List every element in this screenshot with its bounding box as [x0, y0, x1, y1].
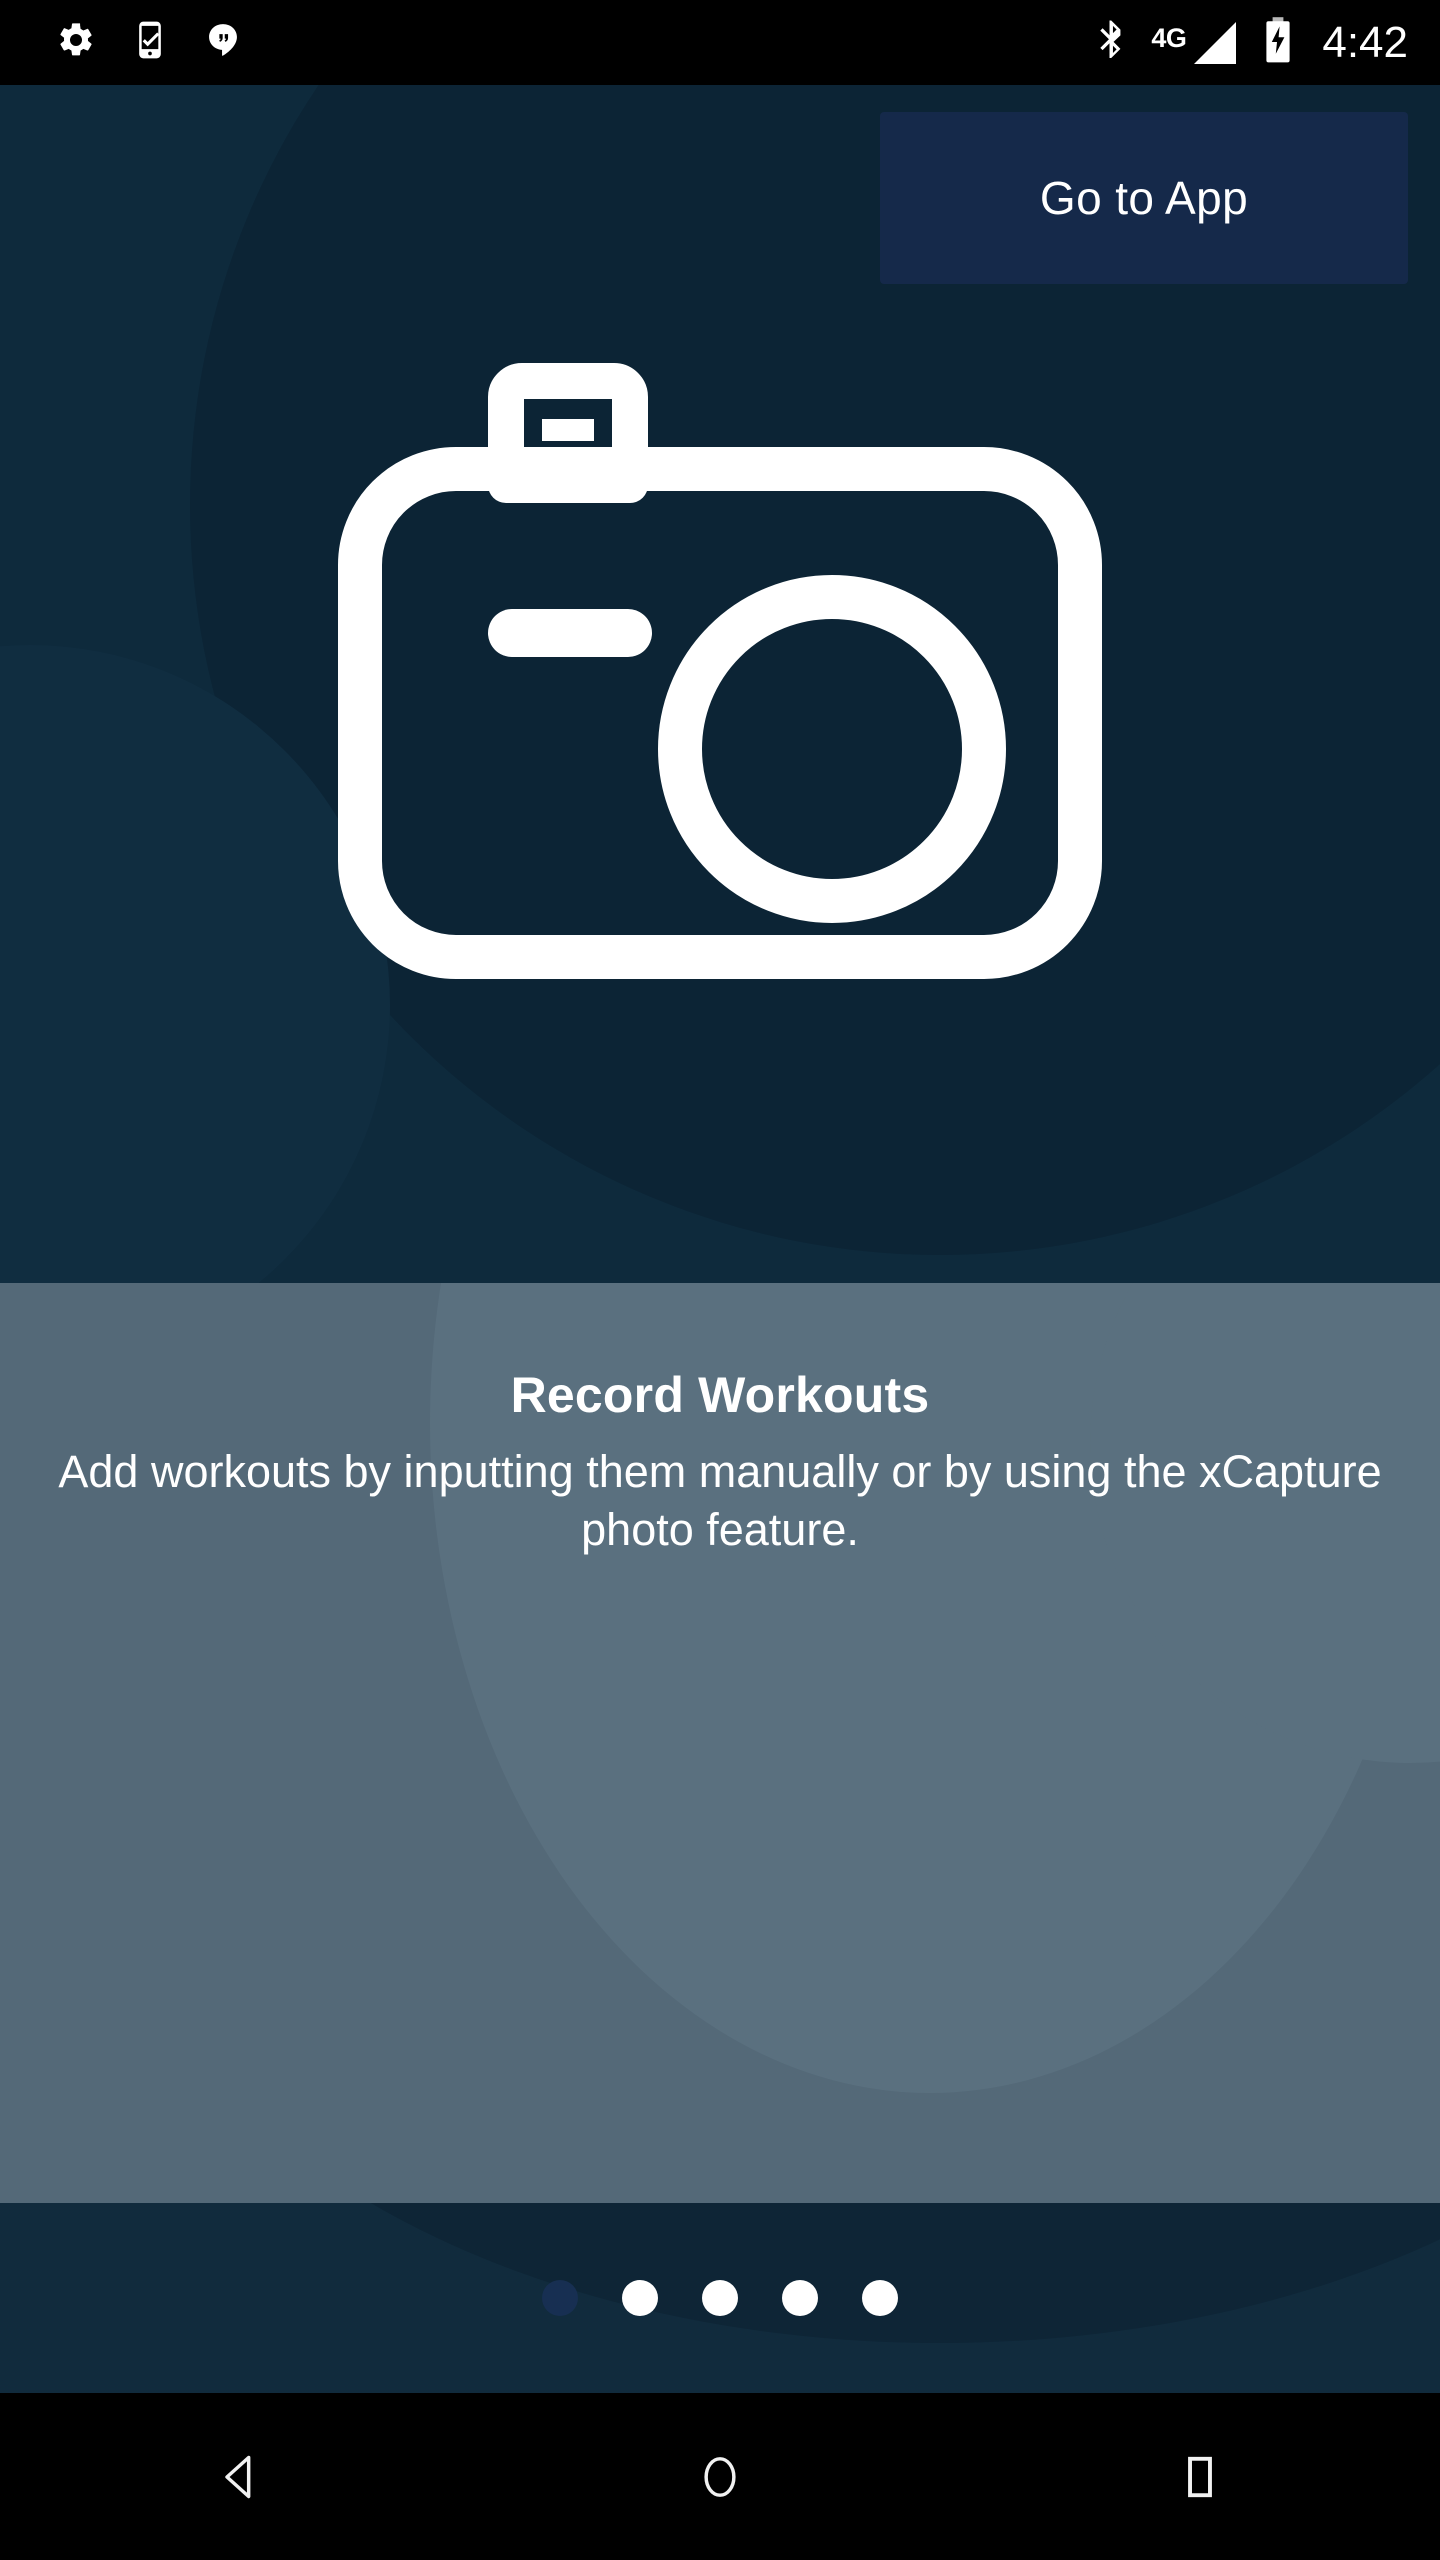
back-button[interactable] — [150, 2393, 330, 2560]
onboarding-screen: 4G 4:42 Go to App Record Workouts Add wo… — [0, 0, 1440, 2560]
page-dot-1[interactable] — [542, 2280, 578, 2316]
status-bar-clock: 4:42 — [1322, 17, 1408, 67]
page-dot-2[interactable] — [622, 2280, 658, 2316]
home-button[interactable] — [630, 2393, 810, 2560]
page-dot-3[interactable] — [702, 2280, 738, 2316]
status-bar-left-icons — [26, 20, 242, 65]
go-to-app-button[interactable]: Go to App — [880, 112, 1408, 284]
recents-button[interactable] — [1110, 2393, 1290, 2560]
pager-section — [0, 2203, 1440, 2393]
status-bar: 4G 4:42 — [0, 0, 1440, 85]
system-navigation-bar — [0, 2393, 1440, 2560]
hero-section: Go to App — [0, 85, 1440, 1283]
feature-text-panel: Record Workouts Add workouts by inputtin… — [0, 1283, 1440, 2203]
page-dot-5[interactable] — [862, 2280, 898, 2316]
bluetooth-icon — [1095, 17, 1129, 68]
hangouts-icon — [204, 20, 242, 65]
battery-charging-icon — [1262, 16, 1294, 69]
status-bar-right-icons: 4G 4:42 — [1095, 16, 1414, 69]
network-type-label: 4G — [1151, 22, 1187, 53]
feature-description: Add workouts by inputting them manually … — [58, 1446, 1382, 1555]
settings-gear-icon — [56, 20, 96, 65]
feature-title: Record Workouts — [510, 1367, 930, 1423]
phone-checkmark-icon — [130, 20, 170, 65]
page-indicator — [0, 2203, 1440, 2393]
camera-icon — [338, 363, 1102, 979]
page-dot-4[interactable] — [782, 2280, 818, 2316]
panel-content: Record Workouts Add workouts by inputtin… — [0, 1283, 1440, 1558]
signal-bars-icon: 4G — [1151, 20, 1240, 66]
